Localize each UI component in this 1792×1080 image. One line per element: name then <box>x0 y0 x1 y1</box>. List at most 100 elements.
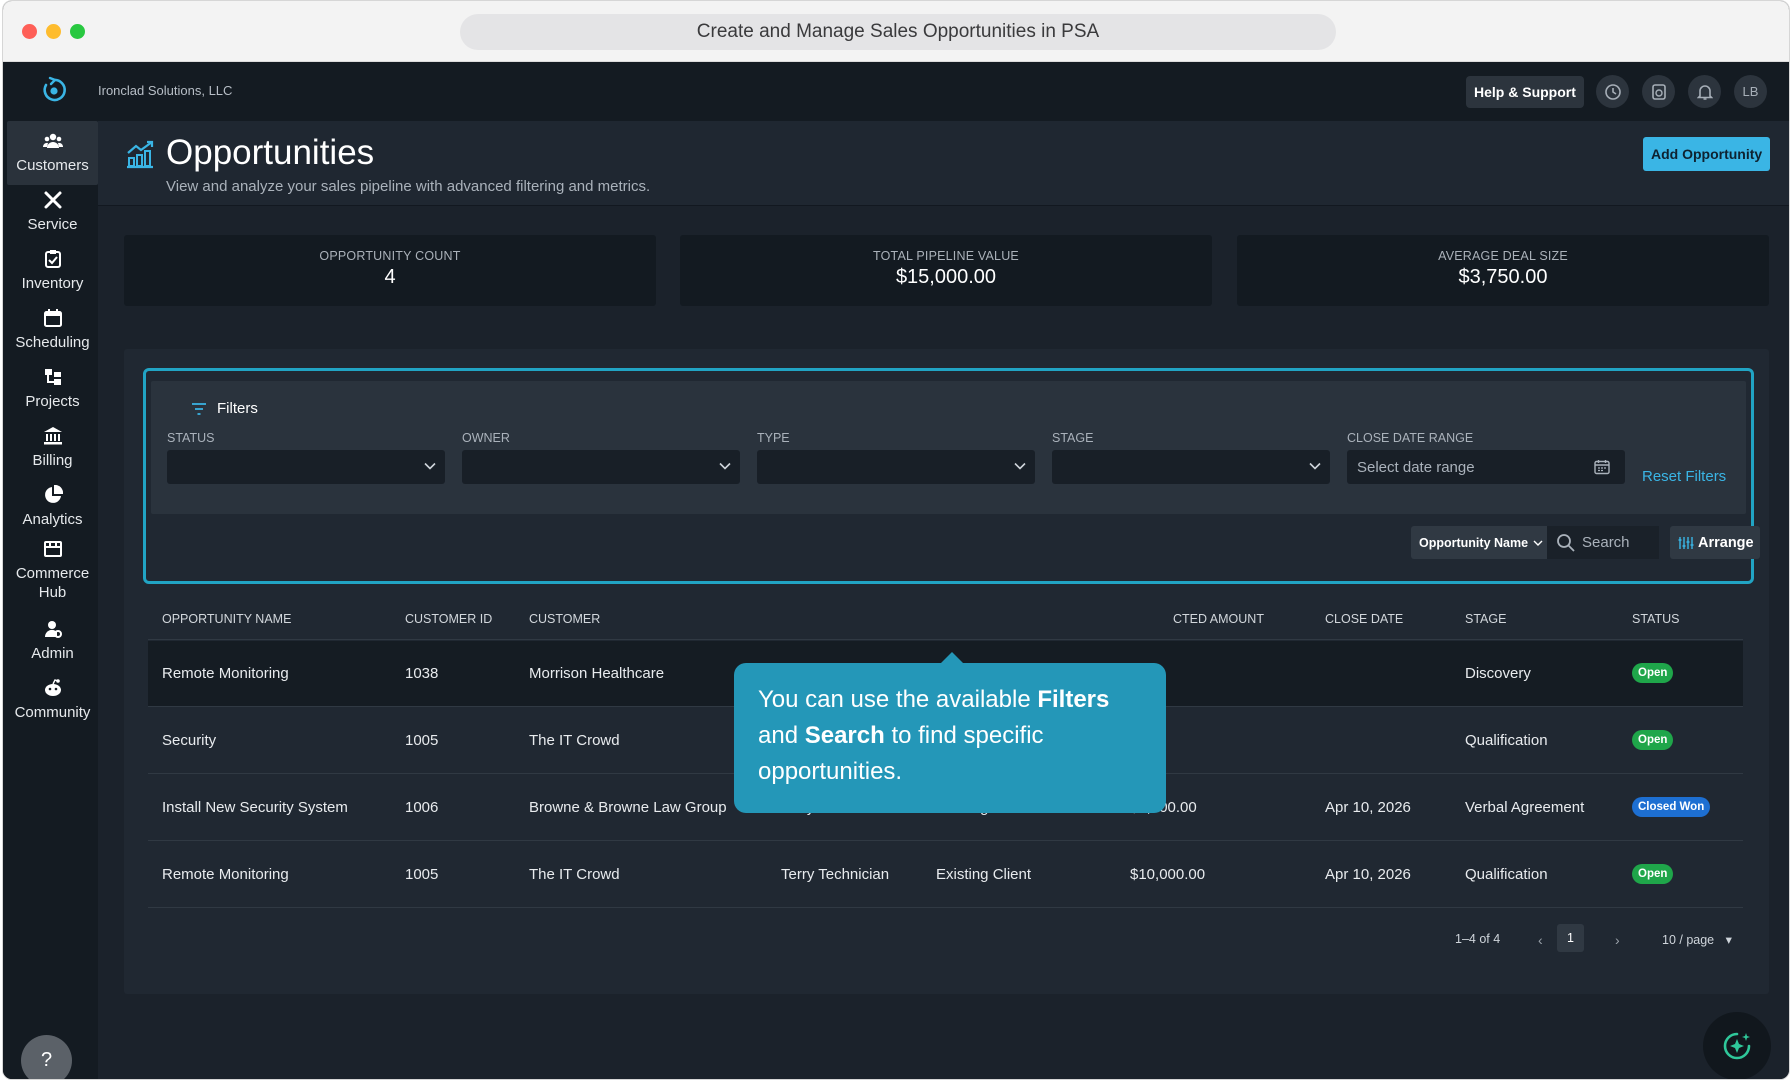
metric-average-deal-size: AVERAGE DEAL SIZE $3,750.00 <box>1237 235 1769 306</box>
sidebar-item-billing[interactable]: Billing <box>7 416 98 480</box>
arrange-button[interactable]: Arrange <box>1670 526 1760 559</box>
chevron-left-icon[interactable]: ‹ <box>1538 932 1543 948</box>
sidebar-item-community[interactable]: Community <box>7 668 98 732</box>
search-placeholder: Search <box>1582 534 1630 551</box>
metric-value: $15,000.00 <box>895 266 997 288</box>
cell-customer-id: 1006 <box>405 799 439 816</box>
calendar-icon <box>1594 460 1610 475</box>
table-header: OPPORTUNITY NAME CUSTOMER ID CUSTOMER CT… <box>148 598 1743 640</box>
add-opportunity-button[interactable]: Add Opportunity <box>1643 137 1771 171</box>
sidebar-item-label: Analytics <box>22 511 83 528</box>
column-header[interactable]: STAGE <box>1465 612 1506 626</box>
customers-icon <box>42 133 63 148</box>
history-icon[interactable] <box>1596 75 1629 108</box>
sidebar-item-analytics[interactable]: Analytics <box>7 475 98 539</box>
timer-icon[interactable] <box>1642 75 1675 108</box>
search-input[interactable]: Search <box>1547 526 1659 559</box>
admin-icon <box>44 621 62 638</box>
cell-amount: $10,000.00 <box>1130 866 1206 883</box>
sidebar-item-admin[interactable]: Admin <box>7 609 98 673</box>
sidebar-item-projects[interactable]: Projects <box>7 357 98 421</box>
sidebar-item-inventory[interactable]: Inventory <box>7 239 98 303</box>
status-badge: Open <box>1632 864 1674 884</box>
top-bar: Ironclad Solutions, LLC Help & Support L… <box>3 62 1789 121</box>
column-header[interactable]: CUSTOMER ID <box>405 612 492 626</box>
store-icon <box>43 540 62 557</box>
cell-opportunity-name[interactable]: Security <box>162 732 216 749</box>
minimize-window-button[interactable] <box>46 24 61 39</box>
sidebar-item-label: Inventory <box>21 275 84 292</box>
sidebar-item-customers[interactable]: Customers <box>7 121 98 185</box>
metric-total-pipeline-value: TOTAL PIPELINE VALUE $15,000.00 <box>680 235 1212 306</box>
column-header[interactable]: CLOSE DATE <box>1325 612 1403 626</box>
ai-assistant-button[interactable] <box>1703 1012 1771 1079</box>
cell-customer: Browne & Browne Law Group <box>529 799 727 816</box>
help-fab-button[interactable]: ? <box>21 1035 72 1079</box>
sidebar-item-label: Commerce Hub <box>15 564 90 601</box>
cell-opportunity-name[interactable]: Remote Monitoring <box>162 866 289 883</box>
close-date-filter-label: CLOSE DATE RANGE <box>1347 431 1474 445</box>
stage-filter-select[interactable] <box>1052 450 1330 484</box>
page-title: Opportunities <box>166 133 375 172</box>
tooltip-filters: Filters <box>1037 686 1110 713</box>
chevron-down-icon <box>1533 540 1543 546</box>
cell-customer-id: 1038 <box>405 665 439 682</box>
column-header[interactable]: OPPORTUNITY NAME <box>162 612 291 626</box>
table-row[interactable]: Remote Monitoring 1005 The IT Crowd Terr… <box>148 842 1743 908</box>
filters-box <box>151 381 1746 514</box>
filter-icon <box>192 402 206 415</box>
close-date-range-input[interactable]: Select date range <box>1347 450 1625 484</box>
metric-label: OPPORTUNITY COUNT <box>319 249 461 263</box>
column-header[interactable]: CUSTOMER <box>529 612 600 626</box>
filters-section: Filters STATUS OWNER TYPE STAGE CLOSE DA… <box>143 368 1760 584</box>
search-field-select[interactable]: Opportunity Name <box>1411 526 1547 559</box>
arrange-icon <box>1678 536 1694 549</box>
arrange-label: Arrange <box>1698 534 1754 551</box>
status-badge: Open <box>1632 730 1674 750</box>
cell-opportunity-name[interactable]: Install New Security System <box>162 799 348 816</box>
sidebar-item-service[interactable]: Service <box>7 180 98 244</box>
user-avatar[interactable]: LB <box>1734 75 1767 108</box>
sidebar-item-commerce-hub[interactable]: Commerce Hub <box>7 534 98 606</box>
brand-logo-icon[interactable] <box>41 76 67 104</box>
search-field-label: Opportunity Name <box>1419 535 1529 550</box>
cell-customer: The IT Crowd <box>529 732 620 749</box>
help-support-button[interactable]: Help & Support <box>1466 76 1584 108</box>
maximize-window-button[interactable] <box>70 24 85 39</box>
sidebar-item-label: Customers <box>16 157 89 174</box>
status-filter-select[interactable] <box>167 450 445 484</box>
pagination-range: 1–4 of 4 <box>1455 932 1501 946</box>
column-header[interactable]: STATUS <box>1632 612 1679 626</box>
caret-down-icon: ▾ <box>1725 933 1732 947</box>
cell-stage: Qualification <box>1465 866 1548 883</box>
sidebar-item-label: Scheduling <box>15 334 90 351</box>
status-filter-label: STATUS <box>167 431 215 445</box>
service-icon <box>44 191 61 209</box>
cell-opportunity-name[interactable]: Remote Monitoring <box>162 665 289 682</box>
chevron-down-icon <box>424 462 436 470</box>
page-number-button[interactable]: 1 <box>1557 924 1584 952</box>
projects-icon <box>44 369 61 385</box>
cell-customer-id: 1005 <box>405 866 439 883</box>
inventory-icon <box>44 250 61 268</box>
close-window-button[interactable] <box>22 24 37 39</box>
growth-chart-icon <box>127 140 154 169</box>
reset-filters-link[interactable]: Reset Filters <box>1642 468 1726 485</box>
chevron-right-icon[interactable]: › <box>1615 932 1620 948</box>
app: Ironclad Solutions, LLC Help & Support L… <box>3 62 1789 1079</box>
page-subtitle: View and analyze your sales pipeline wit… <box>166 178 651 195</box>
sidebar-item-scheduling[interactable]: Scheduling <box>7 298 98 362</box>
pie-chart-icon <box>44 485 63 503</box>
type-filter-select[interactable] <box>757 450 1035 484</box>
sidebar-item-label: Projects <box>25 393 80 410</box>
date-placeholder: Select date range <box>1357 458 1475 476</box>
page-size-select[interactable]: 10 / page ▾ <box>1662 932 1732 947</box>
type-filter-label: TYPE <box>757 431 790 445</box>
status-badge: Open <box>1632 663 1674 683</box>
window-title: Create and Manage Sales Opportunities in… <box>460 14 1336 50</box>
bell-icon[interactable] <box>1688 75 1721 108</box>
column-header[interactable]: CTED AMOUNT <box>1173 612 1264 626</box>
cell-stage: Qualification <box>1465 732 1548 749</box>
owner-filter-label: OWNER <box>462 431 510 445</box>
owner-filter-select[interactable] <box>462 450 740 484</box>
